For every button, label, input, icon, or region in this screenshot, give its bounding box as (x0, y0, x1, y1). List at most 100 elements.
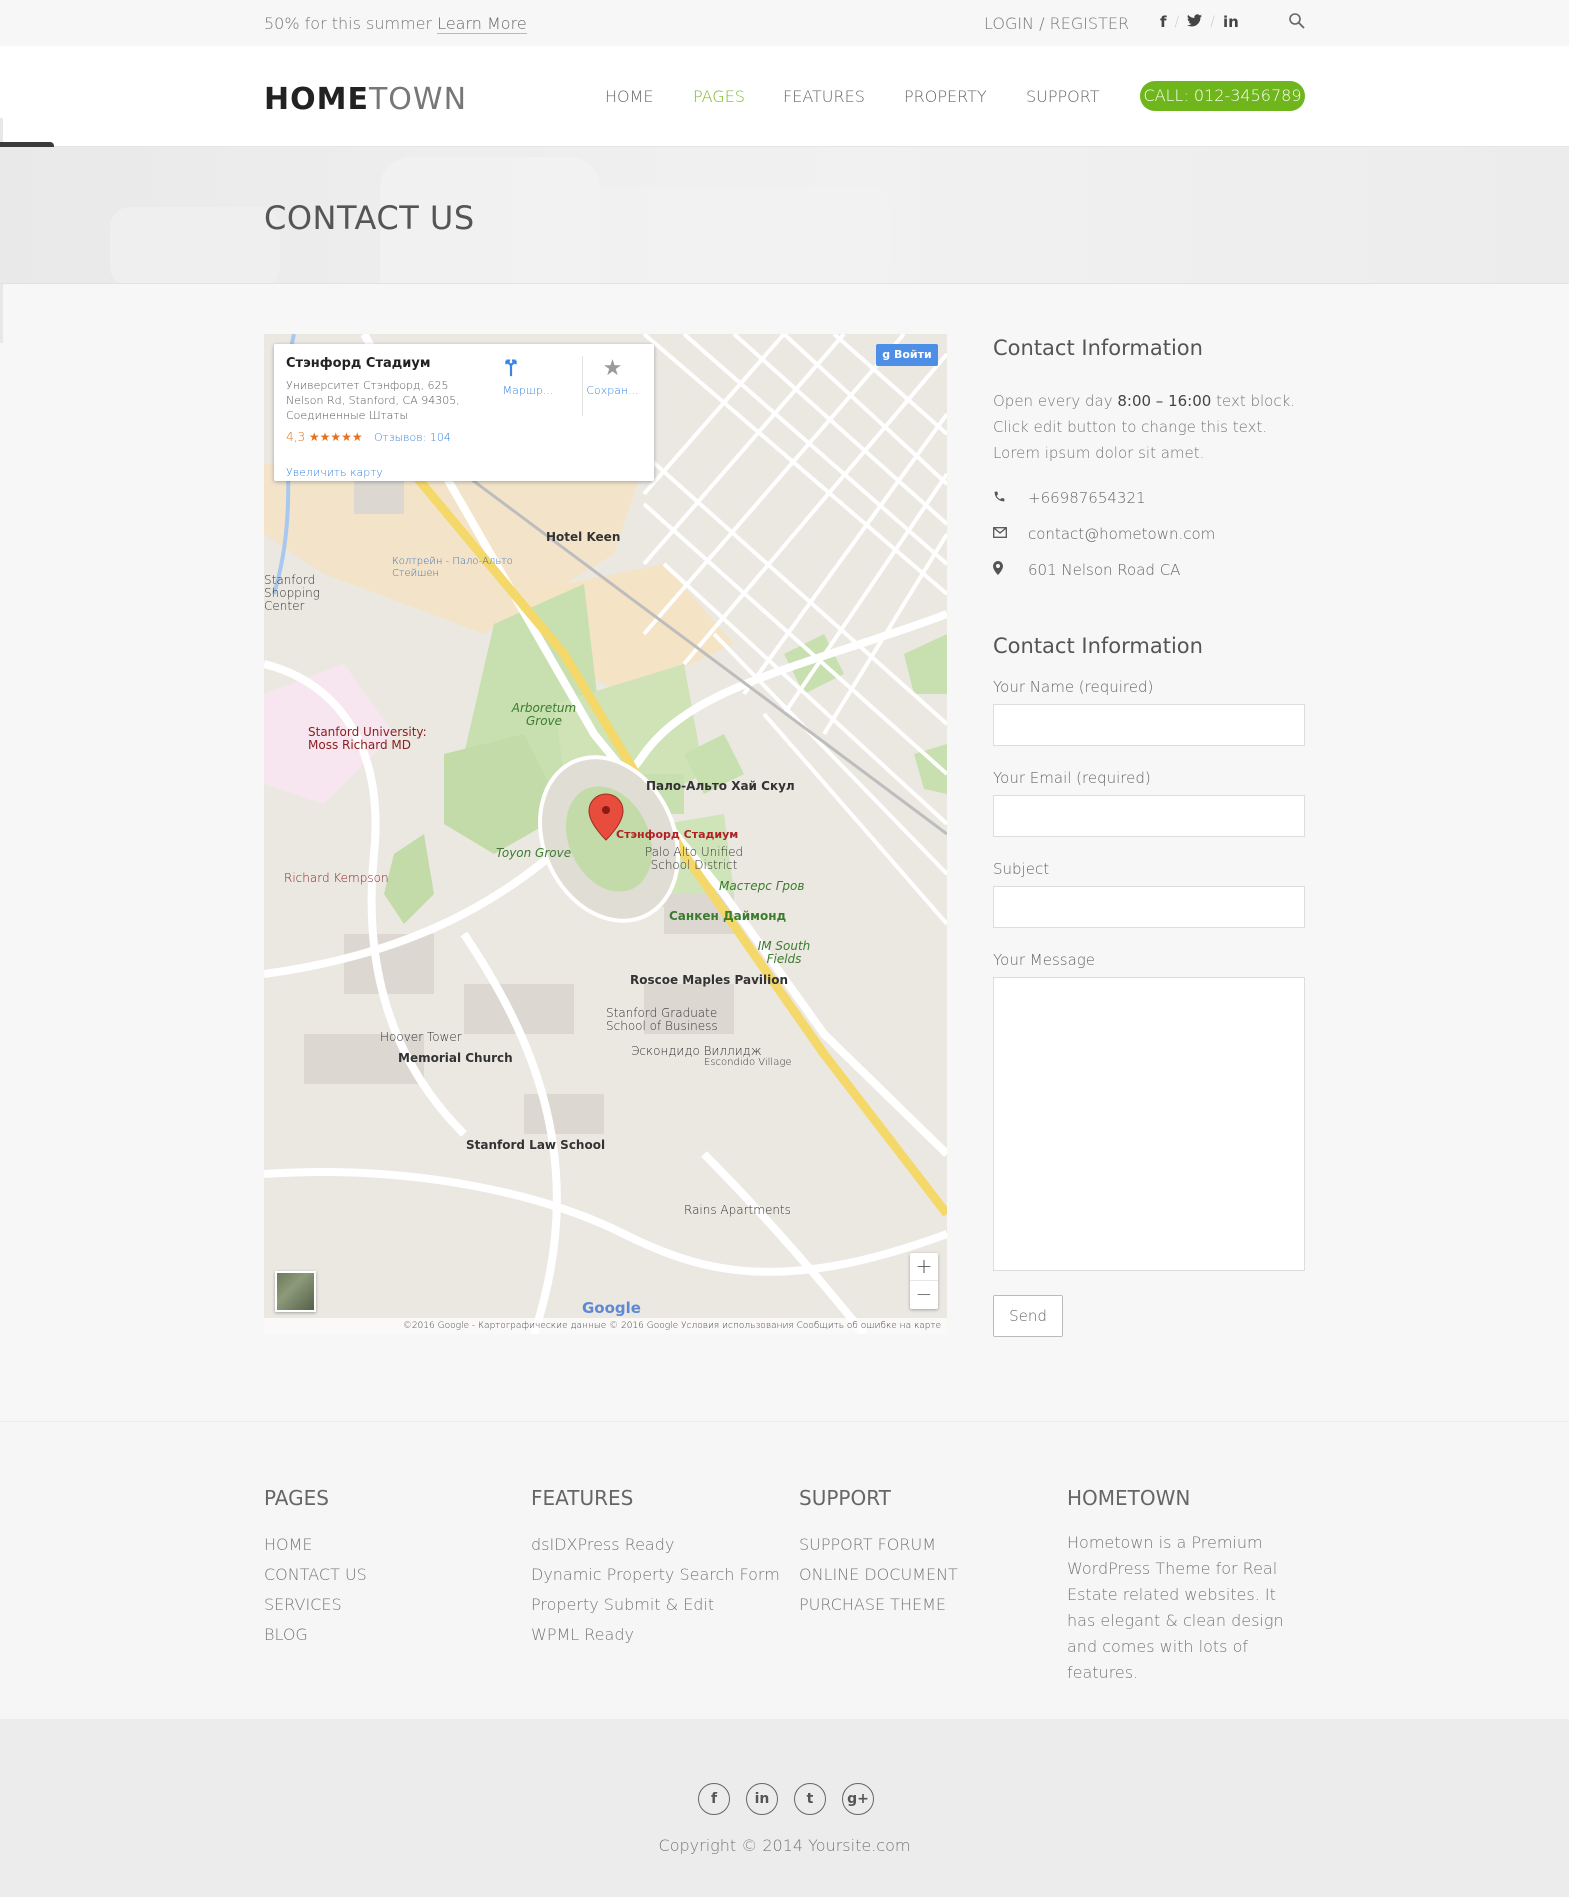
map-label: Stanford Shopping Center (264, 573, 320, 613)
map-label: Стэнфорд Стадиум (616, 828, 739, 841)
footer-link-forum[interactable]: SUPPORT FORUM (799, 1530, 958, 1560)
footer-link-purchase[interactable]: PURCHASE THEME (799, 1590, 958, 1620)
facebook-icon[interactable]: f (698, 1783, 730, 1815)
footer-pages: PAGES HOME CONTACT US SERVICES BLOG (264, 1486, 367, 1650)
footer-support: SUPPORT SUPPORT FORUM ONLINE DOCUMENT PU… (799, 1486, 958, 1620)
facebook-icon[interactable]: f (1160, 13, 1167, 31)
directions-icon (500, 356, 556, 384)
star-icon: ★ (602, 356, 623, 381)
email-link[interactable]: contact@hometown.com (1028, 525, 1215, 543)
map-label: Пало-Альто Хай Скул (646, 779, 795, 793)
reviews-link[interactable]: Отзывов: 104 (374, 431, 451, 444)
linkedin-icon[interactable]: in (1223, 13, 1239, 31)
footer-about: HOMETOWN Hometown is a Premium WordPress… (1067, 1486, 1297, 1686)
subject-field[interactable] (993, 886, 1305, 928)
footer-link-blog[interactable]: BLOG (264, 1620, 367, 1650)
map-label: Palo Alto Unified School District (644, 845, 744, 872)
map-label: Stanford Graduate School of Business (606, 1006, 718, 1033)
twitter-icon[interactable]: t (794, 1783, 826, 1815)
map-label: Колтрейн - Пало-Альто Стейшен (392, 556, 513, 579)
site-logo[interactable]: HOMETOWN (264, 82, 467, 117)
map-label: Санкен Даймонд (669, 909, 787, 923)
footer-features: FEATURES dsIDXPress Ready Dynamic Proper… (531, 1486, 780, 1650)
nav-home[interactable]: HOME (605, 87, 654, 106)
contact-info-text: Open every day 8:00 – 16:00 text block. … (993, 392, 1296, 462)
page-title: CONTACT US (264, 199, 475, 237)
page-hero: CONTACT US (0, 147, 1569, 284)
promo-text: 50% for this summer Learn More (264, 14, 527, 34)
directions-button[interactable]: Маршр... (500, 356, 556, 397)
top-social-links: f / / in (1160, 13, 1239, 31)
contact-sidebar: Contact Information Open every day 8:00 … (993, 334, 1305, 1337)
name-label: Your Name (required) (993, 678, 1154, 696)
nav-support[interactable]: SUPPORT (1026, 87, 1099, 106)
map-label: Rains Apartments (684, 1203, 791, 1217)
divider: / (1174, 14, 1180, 30)
map-label: Мастерс Гров (719, 879, 805, 893)
send-button[interactable]: Send (993, 1295, 1063, 1337)
envelope-icon (993, 526, 1028, 542)
place-rating: 4,3 ★★★★★ (286, 430, 363, 444)
map-canvas[interactable] (264, 334, 947, 1334)
zoom-out-button[interactable]: − (910, 1281, 938, 1309)
site-footer: PAGES HOME CONTACT US SERVICES BLOG FEAT… (0, 1421, 1569, 1719)
nav-features[interactable]: FEATURES (783, 87, 865, 106)
site-header: HOMETOWN HOME PAGES FEATURES PROPERTY SU… (0, 46, 1569, 147)
map-label: Эскондидо Виллидж (631, 1044, 762, 1058)
phone-line: +66987654321 (993, 480, 1305, 516)
nav-property[interactable]: PROPERTY (904, 87, 987, 106)
login-register-link[interactable]: LOGIN / REGISTER (984, 14, 1129, 33)
subject-label: Subject (993, 860, 1050, 878)
footer-link-dsidxpress[interactable]: dsIDXPress Ready (531, 1530, 780, 1560)
map-label: Richard Kempson (284, 871, 389, 885)
map-signin-button[interactable]: g Войти (876, 344, 938, 366)
satellite-toggle[interactable] (275, 1271, 316, 1312)
message-label: Your Message (993, 951, 1096, 969)
enlarge-map-link[interactable]: Увеличить карту (286, 466, 383, 479)
map-label: Stanford Law School (466, 1138, 606, 1152)
zoom-in-button[interactable]: + (910, 1253, 938, 1281)
footer-link-search-form[interactable]: Dynamic Property Search Form (531, 1560, 780, 1590)
search-icon[interactable] (1288, 12, 1306, 34)
map-attribution[interactable]: ©2016 Google - Картографические данные ©… (264, 1318, 947, 1334)
bottom-bar: f in t g+ Copyright © 2014 Yoursite.com (0, 1719, 1569, 1897)
map-label: Stanford University: Moss Richard MD (308, 725, 427, 752)
map-label: IM South Fields (757, 939, 811, 966)
map-zoom-control: + − (910, 1253, 938, 1309)
footer-link-submit[interactable]: Property Submit & Edit (531, 1590, 780, 1620)
google-map[interactable]: Стэнфорд Стадиум Университет Стэнфорд, 6… (264, 334, 947, 1334)
google-plus-icon[interactable]: g+ (842, 1783, 874, 1815)
message-textarea[interactable] (993, 977, 1305, 1271)
twitter-icon[interactable] (1187, 13, 1203, 31)
copyright-text: Copyright © 2014 Yoursite.com (658, 1836, 911, 1855)
email-field[interactable] (993, 795, 1305, 837)
hero-background-shape (110, 207, 280, 283)
place-info-card: Стэнфорд Стадиум Университет Стэнфорд, 6… (274, 344, 654, 481)
nav-pages[interactable]: PAGES (693, 87, 745, 106)
footer-link-document[interactable]: ONLINE DOCUMENT (799, 1560, 958, 1590)
save-place-button[interactable]: ★ Сохран... (582, 356, 642, 416)
linkedin-icon[interactable]: in (746, 1783, 778, 1815)
place-title: Стэнфорд Стадиум (286, 356, 431, 371)
map-label: Roscoe Maples Pavilion (630, 973, 789, 987)
learn-more-link[interactable]: Learn More (437, 14, 527, 34)
address-line: 601 Nelson Road CA (993, 552, 1305, 588)
footer-link-contact[interactable]: CONTACT US (264, 1560, 367, 1590)
map-label: Escondido Village (704, 1057, 792, 1068)
call-button[interactable]: CALL: 012-3456789 (1140, 81, 1305, 111)
name-field[interactable] (993, 704, 1305, 746)
footer-heading: PAGES (264, 1486, 329, 1510)
footer-heading: HOMETOWN (1067, 1486, 1191, 1510)
footer-link-services[interactable]: SERVICES (264, 1590, 367, 1620)
footer-link-home[interactable]: HOME (264, 1530, 367, 1560)
hero-background-shape (560, 187, 890, 283)
contact-form: Contact Information Your Name (required)… (993, 634, 1305, 1337)
footer-link-wpml[interactable]: WPML Ready (531, 1620, 780, 1650)
divider: / (1210, 14, 1215, 30)
contact-details: +66987654321 contact@hometown.com 601 Ne… (993, 480, 1305, 588)
map-label: Hoover Tower (380, 1030, 462, 1044)
place-address: Университет Стэнфорд, 625 Nelson Rd, Sta… (286, 379, 460, 422)
form-heading: Contact Information (993, 634, 1203, 658)
phone-icon (993, 490, 1028, 507)
footer-about-text: Hometown is a Premium WordPress Theme fo… (1067, 1533, 1284, 1682)
